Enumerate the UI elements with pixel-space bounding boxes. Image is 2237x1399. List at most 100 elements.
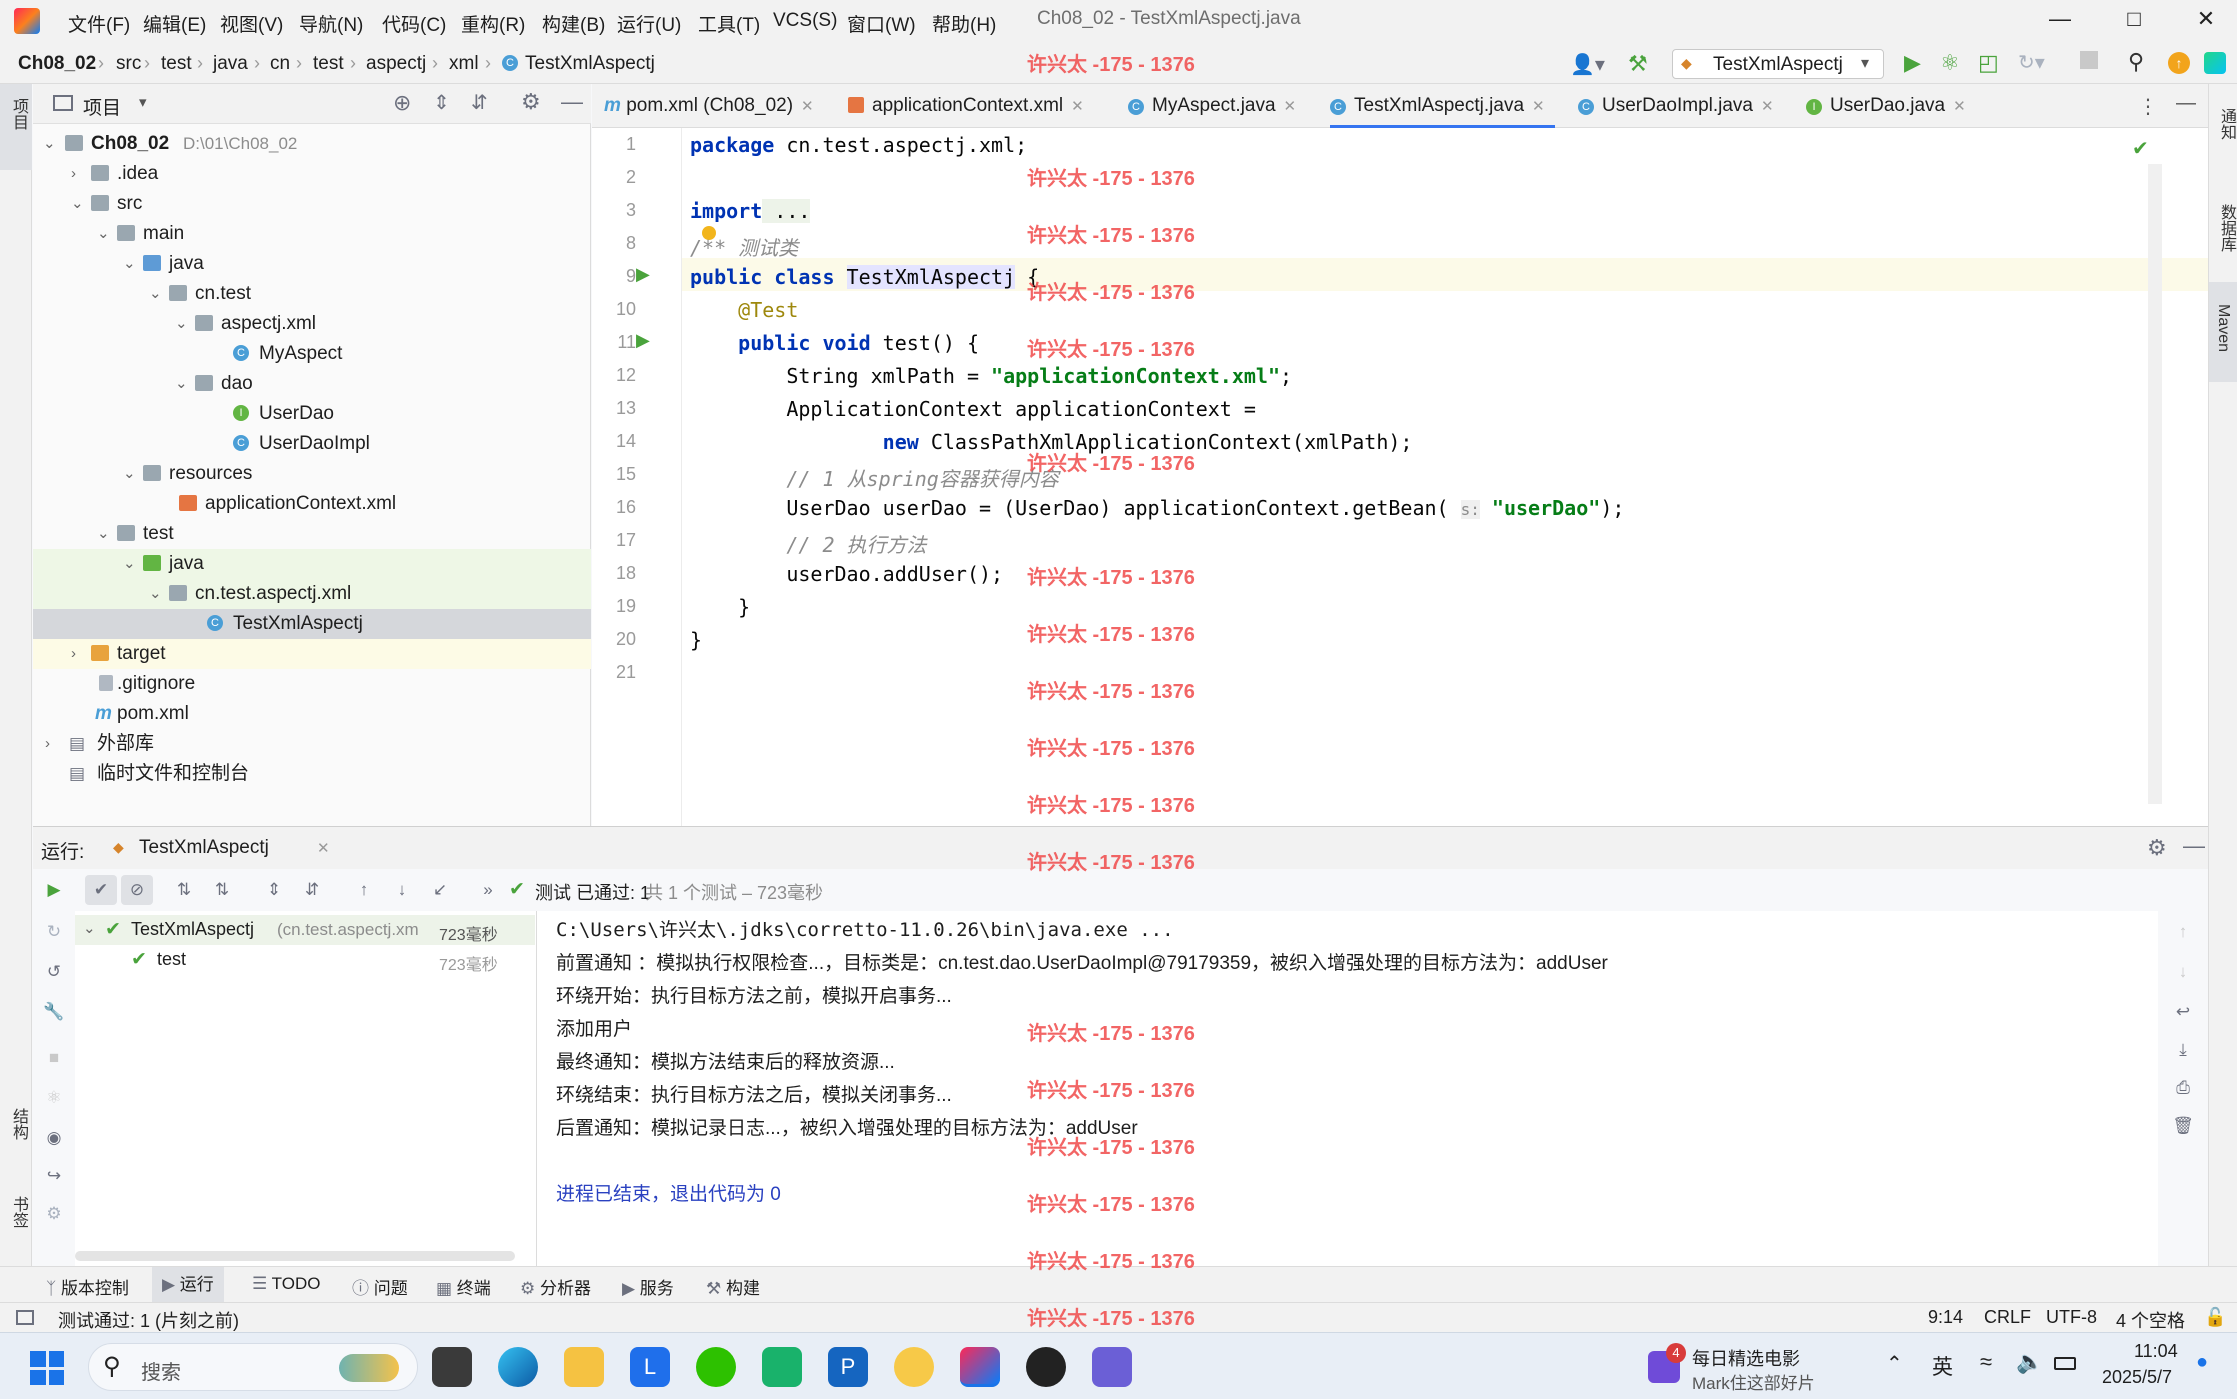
console-output[interactable]: C:\Users\许兴太\.jdks\corretto-11.0.26\bin\… — [538, 911, 2158, 1267]
test-suite-row[interactable]: ⌄ ✔ TestXmlAspectj (cn.test.aspectj.xm 7… — [75, 915, 535, 945]
task-view-icon[interactable] — [432, 1347, 472, 1387]
breadcrumb-src[interactable]: src — [116, 53, 141, 75]
more-icon[interactable]: » — [477, 879, 499, 901]
battery-icon[interactable] — [2054, 1357, 2076, 1370]
tree-item-test-java[interactable]: ⌄ java — [33, 549, 591, 579]
tab-applicationcontext[interactable]: applicationContext.xml ✕ — [848, 84, 1084, 128]
stop-icon[interactable]: ■ — [43, 1047, 65, 1069]
chevron-down-icon[interactable]: ⌄ — [43, 129, 56, 159]
breadcrumb-xml[interactable]: xml — [449, 53, 479, 75]
gear-icon[interactable]: ⚙ — [2147, 835, 2167, 861]
user-icon[interactable]: 👤▾ — [1570, 52, 1605, 77]
stop-icon[interactable] — [2080, 51, 2098, 69]
chevron-down-icon[interactable]: ⌄ — [123, 459, 136, 489]
close-icon[interactable]: ✕ — [1953, 98, 1966, 115]
paw-app-icon[interactable] — [894, 1347, 934, 1387]
trash-icon[interactable]: 🗑 — [2172, 1115, 2194, 1137]
tree-item-pom[interactable]: m pom.xml — [33, 699, 591, 729]
caret-position[interactable]: 9:14 — [1928, 1307, 1963, 1328]
tree-item-main-java[interactable]: ⌄ java — [33, 249, 591, 279]
wechat-icon[interactable] — [696, 1347, 736, 1387]
arrow-down-icon[interactable]: ↓ — [391, 879, 413, 901]
breadcrumb-test-pkg[interactable]: test — [313, 53, 344, 75]
chevron-right-icon[interactable]: › — [45, 729, 50, 759]
no-problems-check-icon[interactable]: ✔ — [2132, 136, 2149, 161]
tree-item-myaspect[interactable]: C MyAspect — [33, 339, 591, 369]
tree-item-external-libraries[interactable]: › ▤ 外部库 — [33, 729, 591, 759]
close-icon[interactable]: ✕ — [1761, 98, 1774, 115]
project-tool-button[interactable]: 项目 — [0, 84, 32, 170]
menu-tools[interactable]: 工具(T) — [698, 10, 760, 37]
notes-app-icon[interactable] — [1092, 1347, 1132, 1387]
clock-date[interactable]: 2025/5/7 — [2102, 1367, 2172, 1388]
file-explorer-icon[interactable] — [564, 1347, 604, 1387]
close-icon[interactable]: ✕ — [1284, 98, 1297, 115]
search-icon[interactable]: ⚲ — [2128, 49, 2144, 75]
rerun-icon[interactable]: ▶ — [43, 879, 65, 901]
tree-item-main[interactable]: ⌄ main — [33, 219, 591, 249]
collapse-all-icon[interactable]: ⇵ — [301, 879, 323, 901]
tree-item-gitignore[interactable]: .gitignore — [33, 669, 591, 699]
locate-icon[interactable]: ⊕ — [393, 90, 411, 116]
tab-version-control[interactable]: ᛉ 版本控制 — [46, 1274, 129, 1299]
close-icon[interactable]: ✕ — [2186, 6, 2226, 36]
tree-item-userdao[interactable]: I UserDao — [33, 399, 591, 429]
code-editor[interactable]: 1 2 3 8 9 10 11 12 13 14 15 16 17 18 19 … — [592, 128, 2208, 826]
tree-item-resources[interactable]: ⌄ resources — [33, 459, 591, 489]
project-panel-title[interactable]: 项目 — [83, 93, 121, 120]
menu-code[interactable]: 代码(C) — [382, 10, 446, 37]
edge-icon[interactable] — [498, 1347, 538, 1387]
arrow-up-icon[interactable]: ↑ — [353, 879, 375, 901]
run-icon[interactable]: ▶ — [1904, 50, 1921, 76]
chevron-down-icon[interactable]: ⌄ — [149, 279, 162, 309]
breadcrumb-project[interactable]: Ch08_02 — [18, 53, 96, 75]
panel-toggle-icon[interactable] — [16, 1310, 34, 1325]
tree-item-cn-test[interactable]: ⌄ cn.test — [33, 279, 591, 309]
taskbar-search-box[interactable]: ⚲ 搜索 — [88, 1343, 418, 1391]
rerun-failed-icon[interactable]: ↻ — [43, 921, 65, 943]
close-icon[interactable]: ✕ — [317, 839, 330, 857]
run-test-method-icon[interactable]: ▶ — [636, 330, 650, 351]
tab-services[interactable]: ▶ 服务 — [622, 1274, 674, 1299]
chevron-down-icon[interactable]: ⌄ — [97, 519, 110, 549]
notifications-tool-label[interactable]: 通知 — [2214, 108, 2237, 140]
breadcrumb-cn[interactable]: cn — [270, 53, 290, 75]
volume-icon[interactable]: 🔈 — [2016, 1349, 2043, 1375]
breadcrumb-java[interactable]: java — [213, 53, 248, 75]
menu-view[interactable]: 视图(V) — [220, 10, 283, 37]
lenovo-app-icon[interactable]: L — [630, 1347, 670, 1387]
print-icon[interactable]: ⎙ — [2172, 1077, 2194, 1099]
tab-todo[interactable]: ☰ TODO — [252, 1274, 320, 1294]
tab-myaspect[interactable]: C MyAspect.java ✕ — [1128, 84, 1296, 128]
close-icon[interactable]: ✕ — [1071, 98, 1084, 115]
chevron-down-icon[interactable]: ▾ — [139, 93, 147, 111]
more-tabs-icon[interactable]: ⋮ — [2138, 94, 2158, 119]
hide-editor-icon[interactable]: — — [2176, 92, 2196, 115]
gear-icon[interactable]: ⚙ — [521, 89, 541, 115]
chevron-down-icon[interactable]: ⌄ — [175, 309, 188, 339]
indent-setting[interactable]: 4 个空格 — [2116, 1307, 2185, 1333]
menu-window[interactable]: 窗口(W) — [847, 10, 916, 37]
wrench-icon[interactable]: 🔧 — [43, 1001, 65, 1023]
breadcrumb-class[interactable]: TestXmlAspectj — [525, 53, 655, 75]
qq-icon[interactable] — [1026, 1347, 1066, 1387]
input-language[interactable]: 英 — [1932, 1351, 1953, 1381]
hammer-icon[interactable]: ⚒ — [1628, 51, 1648, 77]
menu-edit[interactable]: 编辑(E) — [143, 10, 206, 37]
tree-item-test-package[interactable]: ⌄ cn.test.aspectj.xml — [33, 579, 591, 609]
scroll-to-end-icon[interactable]: ⤓ — [2172, 1039, 2194, 1061]
tree-item-dao[interactable]: ⌄ dao — [33, 369, 591, 399]
tree-item-aspectj-xml[interactable]: ⌄ aspectj.xml — [33, 309, 591, 339]
chevron-down-icon[interactable]: ⌄ — [149, 579, 162, 609]
debug-icon[interactable]: ⚛ — [43, 1087, 65, 1109]
pycharm-p-icon[interactable]: P — [828, 1347, 868, 1387]
tab-build[interactable]: ⚒ 构建 — [706, 1274, 760, 1299]
chevron-right-icon[interactable]: › — [71, 159, 76, 189]
arrow-down-icon[interactable]: ↓ — [2172, 961, 2194, 983]
tree-item-target[interactable]: › target — [33, 639, 591, 669]
structure-tool-label[interactable]: 结构 — [6, 1108, 30, 1140]
news-widget[interactable]: 4 每日精选电影 Mark住这部好片 — [1644, 1341, 1894, 1393]
tab-testxmlaspectj[interactable]: C TestXmlAspectj.java ✕ — [1330, 84, 1555, 128]
chevron-right-icon[interactable]: › — [71, 639, 76, 669]
tree-item-idea[interactable]: › .idea — [33, 159, 591, 189]
